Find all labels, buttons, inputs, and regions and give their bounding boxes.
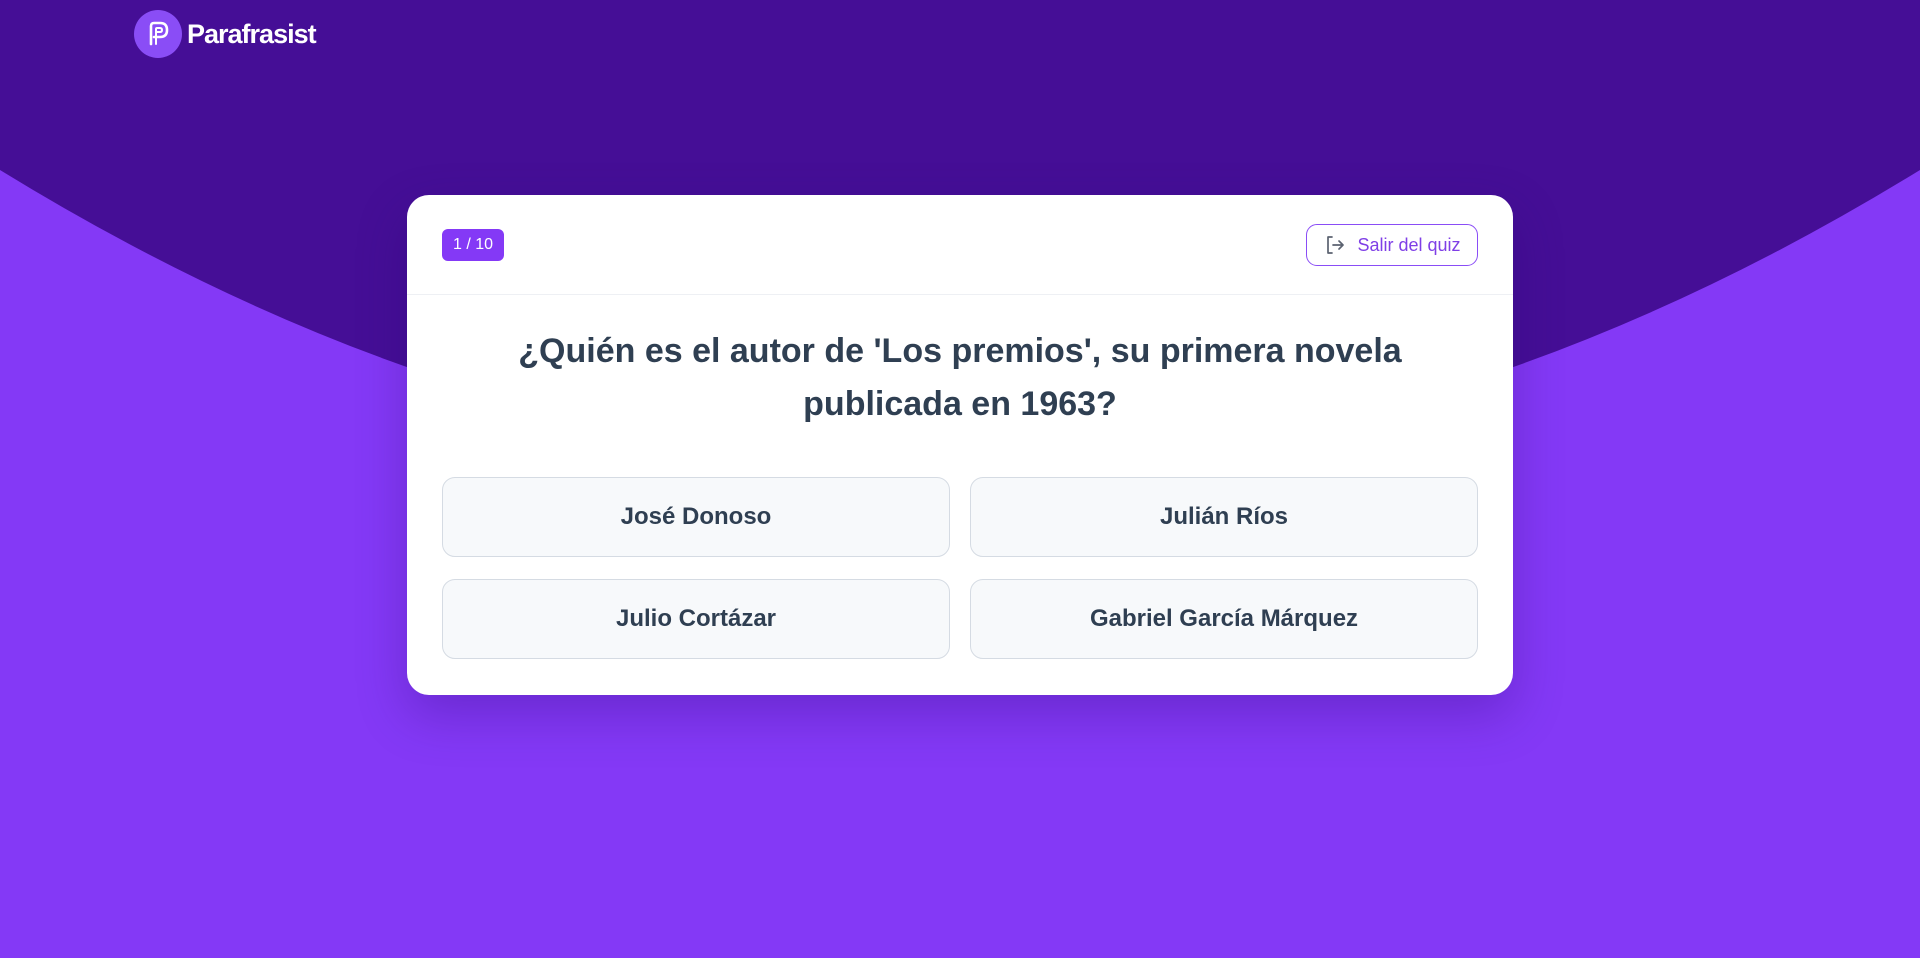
question-text: ¿Quién es el autor de 'Los premios', su … (518, 332, 1402, 423)
answer-option-1[interactable]: José Donoso (442, 477, 950, 557)
brand-name: Parafrasist (187, 18, 317, 49)
answer-options: José Donoso Julián Ríos Julio Cortázar G… (442, 477, 1478, 659)
progress-badge: 1 / 10 (442, 229, 505, 261)
exit-quiz-label: Salir del quiz (1357, 234, 1461, 255)
exit-icon (1323, 233, 1347, 257)
quiz-card: 1 / 10 Salir del quiz ¿Quién es el autor… (407, 195, 1513, 695)
answer-option-3[interactable]: Julio Cortázar (442, 579, 950, 659)
answer-option-2[interactable]: Julián Ríos (970, 477, 1478, 557)
brand-logo[interactable]: Parafrasist (134, 10, 317, 58)
exit-quiz-button[interactable]: Salir del quiz (1306, 224, 1478, 266)
answer-option-4[interactable]: Gabriel García Márquez (970, 579, 1478, 659)
parafrasist-logo-icon (134, 10, 182, 58)
quiz-page: Parafrasist 1 / 10 Salir del quiz ¿Quién… (0, 0, 1920, 958)
quiz-card-header: 1 / 10 Salir del quiz (407, 195, 1513, 295)
